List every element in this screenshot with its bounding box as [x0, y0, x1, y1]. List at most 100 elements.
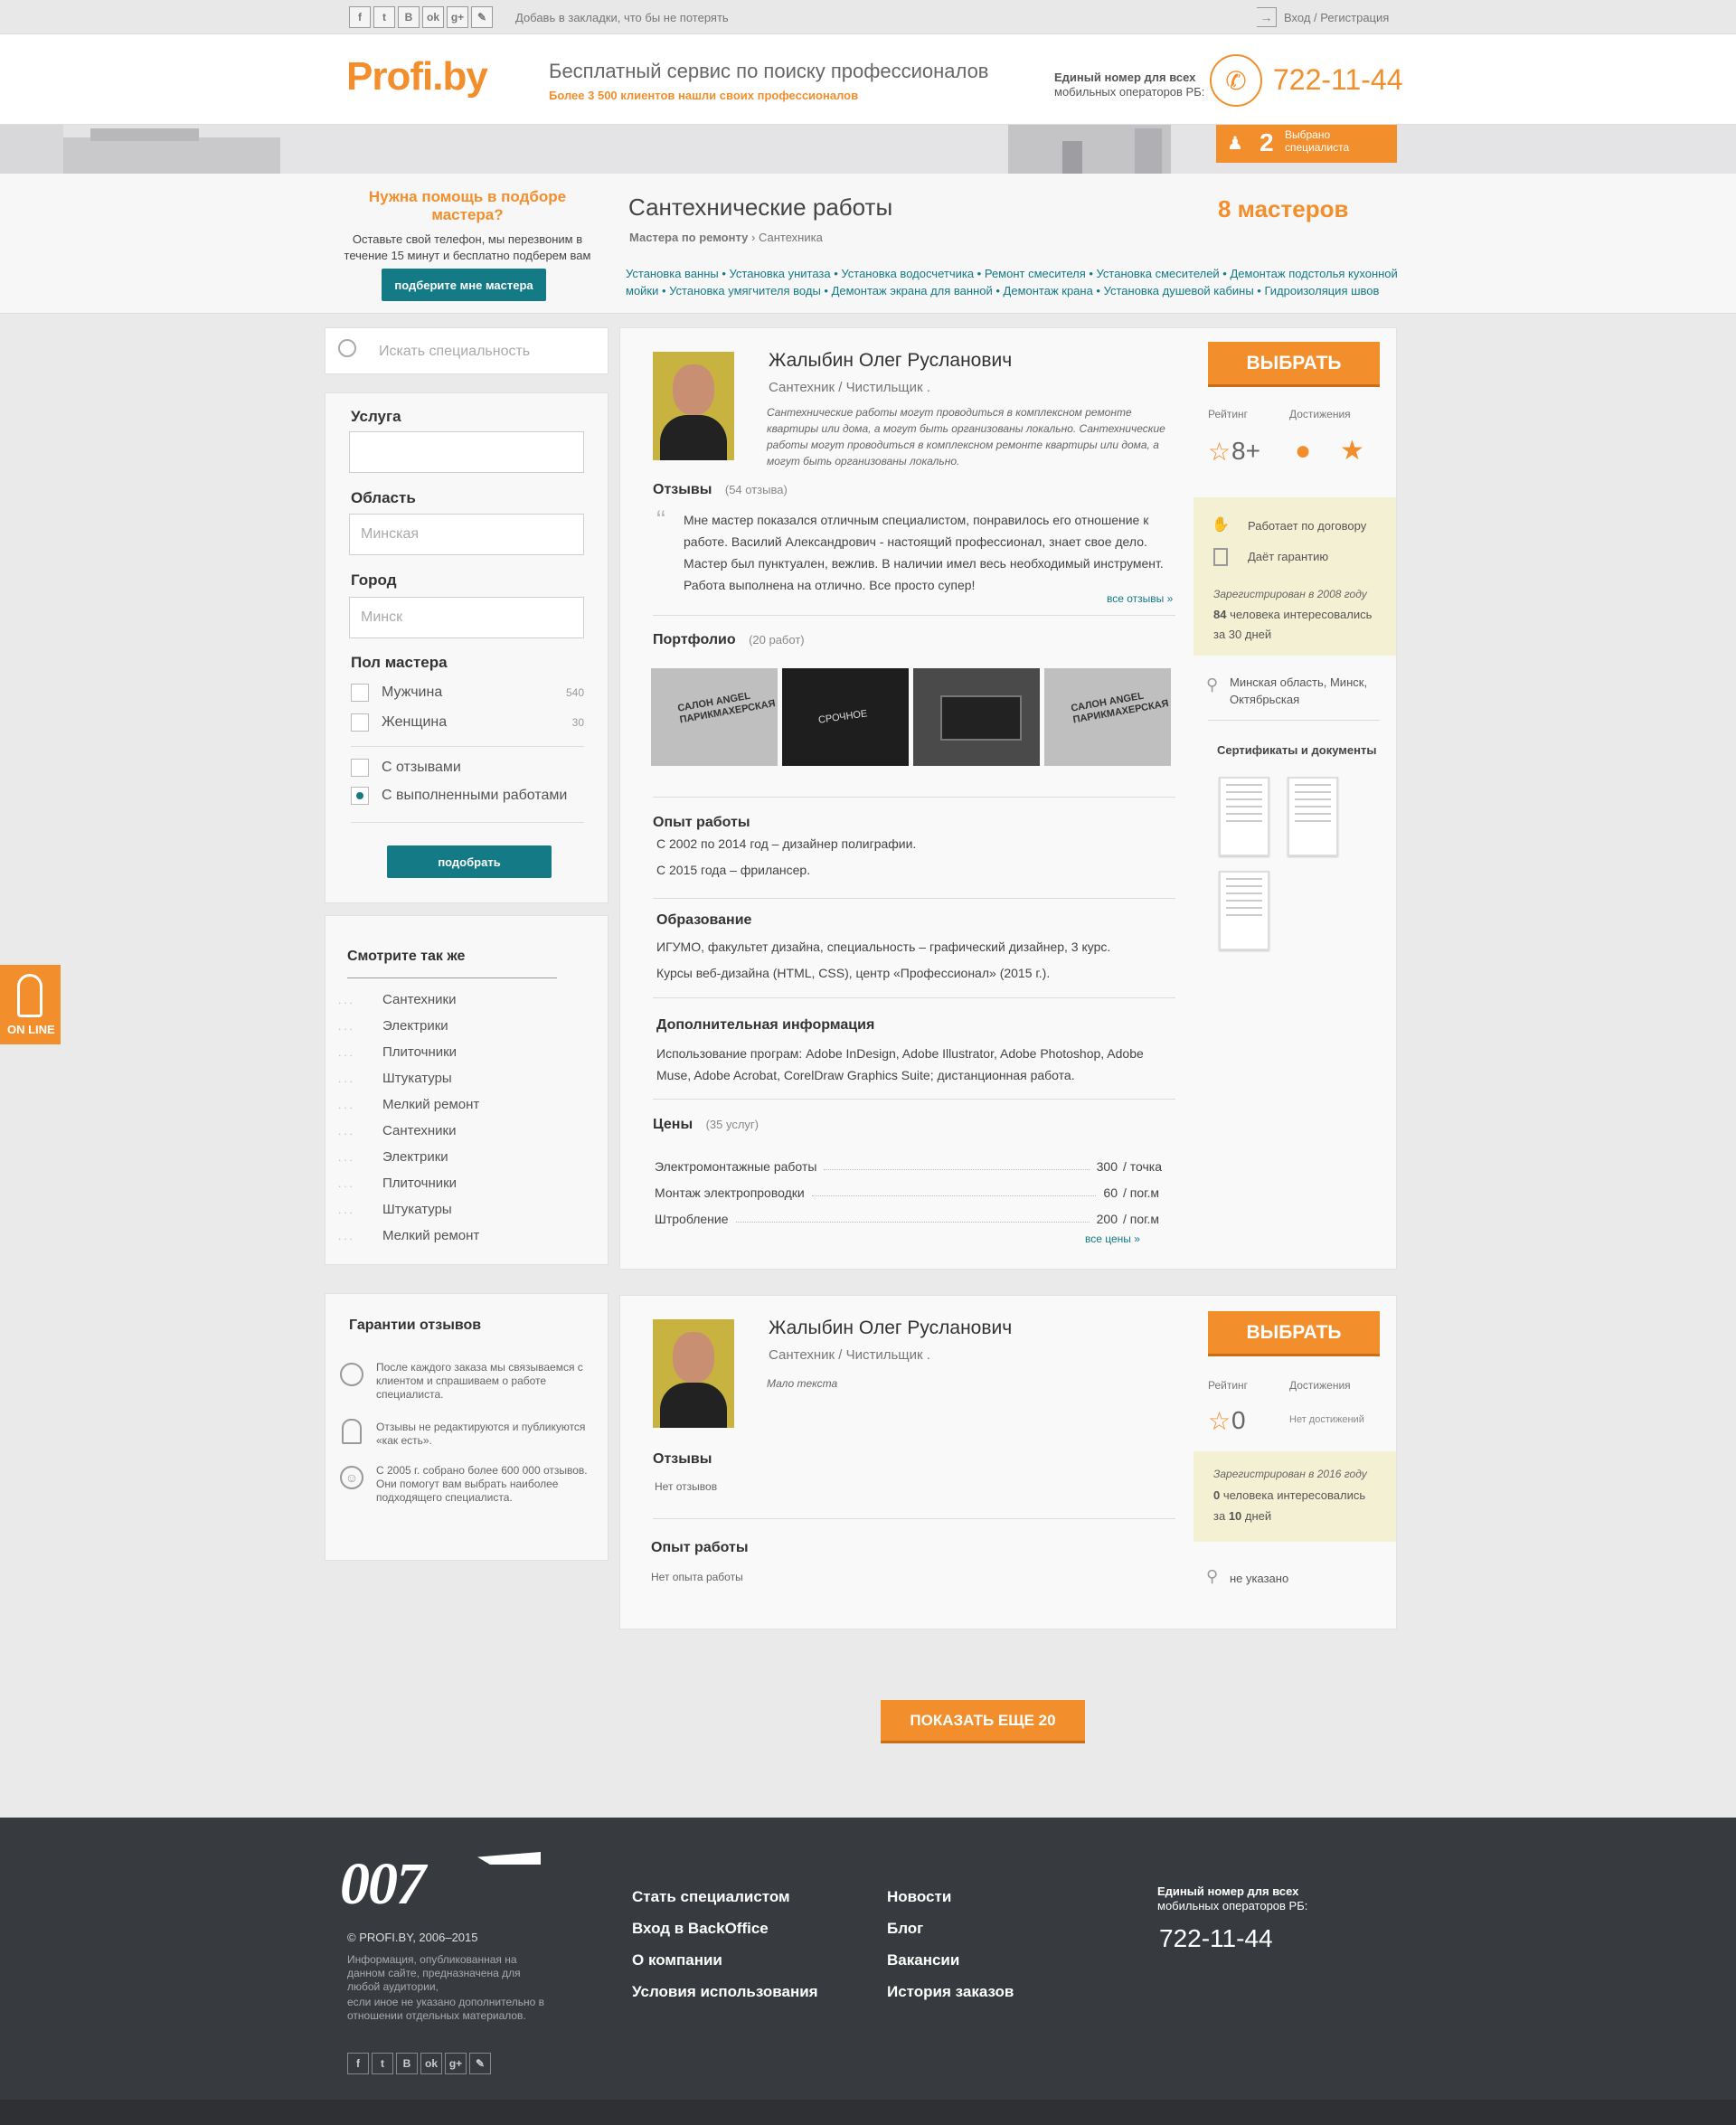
- choose-button[interactable]: ВЫБРАТЬ: [1208, 1311, 1380, 1356]
- city-field[interactable]: Минск: [349, 597, 584, 638]
- category-title: Сантехнические работы: [628, 194, 893, 221]
- list-item[interactable]: ... Штукатуры: [338, 1196, 479, 1223]
- footer-logo[interactable]: 007: [340, 1850, 426, 1919]
- list-item-label[interactable]: Плиточники: [382, 1044, 457, 1060]
- list-item-label[interactable]: Сантехники: [382, 1123, 456, 1138]
- footer-link[interactable]: История заказов: [887, 1976, 1014, 2007]
- selected-counter[interactable]: ♟ 2 Выбрано специалиста: [1216, 125, 1397, 163]
- phone-caption-line2: мобильных операторов РБ:: [1054, 85, 1205, 99]
- master-name[interactable]: Жалыбин Олег Русланович: [769, 350, 1012, 372]
- divider: [653, 997, 1175, 998]
- twitter-icon[interactable]: t: [372, 2053, 393, 2074]
- login-link[interactable]: Вход: [1284, 11, 1310, 24]
- livejournal-icon[interactable]: ✎: [469, 2053, 491, 2074]
- portfolio-thumb[interactable]: СРОЧНОЕ: [782, 668, 909, 766]
- odnoklassniki-icon[interactable]: ok: [420, 2053, 442, 2074]
- footer-link[interactable]: Вход в BackOffice: [632, 1912, 818, 1944]
- choose-button[interactable]: ВЫБРАТЬ: [1208, 342, 1380, 387]
- works-checkbox[interactable]: [351, 787, 369, 805]
- list-item-label[interactable]: Штукатуры: [382, 1071, 452, 1086]
- service-tags-line[interactable]: мойки • Установка умягчителя воды • Демо…: [626, 282, 1398, 299]
- show-more-button[interactable]: ПОКАЗАТЬ ЕЩЕ 20: [881, 1700, 1085, 1743]
- all-prices-link[interactable]: все цены »: [1085, 1232, 1140, 1245]
- list-item[interactable]: ... Штукатуры: [338, 1065, 479, 1091]
- footer-link[interactable]: Новости: [887, 1881, 1014, 1912]
- footer-link[interactable]: Блог: [887, 1912, 1014, 1944]
- list-item[interactable]: ... Мелкий ремонт: [338, 1223, 479, 1249]
- list-item[interactable]: ... Плиточники: [338, 1170, 479, 1196]
- login-icon[interactable]: →: [1257, 7, 1277, 27]
- footer-phone[interactable]: 722-11-44: [1159, 1924, 1273, 1953]
- twitter-icon[interactable]: t: [373, 6, 395, 28]
- profession: Чистильщик: [845, 1347, 923, 1363]
- female-option[interactable]: Женщина 30: [351, 713, 584, 732]
- service-field[interactable]: [349, 431, 584, 473]
- facebook-icon[interactable]: f: [349, 6, 371, 28]
- header-phone[interactable]: 722-11-44: [1273, 63, 1403, 97]
- breadcrumb-link[interactable]: Мастера по ремонту: [629, 231, 748, 244]
- list-item[interactable]: ... Мелкий ремонт: [338, 1091, 479, 1118]
- list-item-label[interactable]: Плиточники: [382, 1176, 457, 1191]
- all-reviews-link[interactable]: все отзывы »: [1107, 592, 1173, 605]
- master-name[interactable]: Жалыбин Олег Русланович: [769, 1318, 1012, 1339]
- divider: [1208, 720, 1380, 721]
- male-checkbox[interactable]: [351, 684, 369, 702]
- filter-submit-button[interactable]: подобрать: [387, 845, 552, 878]
- portfolio-thumb[interactable]: [913, 668, 1040, 766]
- vk-icon[interactable]: B: [398, 6, 420, 28]
- specialty-search[interactable]: Искать специальность: [325, 327, 609, 374]
- profession: Сантехник: [769, 1347, 835, 1363]
- reviews-option[interactable]: С отзывами: [351, 759, 461, 777]
- portfolio-thumb[interactable]: САЛОН ANGEL ПАРИКМАХЕРСКАЯ: [1044, 668, 1171, 766]
- price-list: Электромонтажные работы 300 / точка Монт…: [655, 1148, 1172, 1226]
- search-input[interactable]: Искать специальность: [379, 344, 530, 360]
- footer-bottom-bar: [0, 2100, 1736, 2125]
- master-photo[interactable]: [653, 1319, 734, 1428]
- certificate-thumb[interactable]: [1219, 871, 1269, 950]
- footer-link[interactable]: О компании: [632, 1944, 818, 1976]
- certificate-thumb[interactable]: [1288, 777, 1338, 856]
- footer-link[interactable]: Вакансии: [887, 1944, 1014, 1976]
- master-professions: Сантехник / Чистильщик .: [769, 1347, 930, 1363]
- master-professions: Сантехник / Чистильщик .: [769, 380, 930, 395]
- female-checkbox[interactable]: [351, 713, 369, 732]
- vk-icon[interactable]: B: [396, 2053, 418, 2074]
- works-option[interactable]: С выполненными работами: [351, 787, 567, 805]
- portfolio-thumb[interactable]: САЛОН ANGEL ПАРИКМАХЕРСКАЯ: [651, 668, 778, 766]
- interest-period: за 30 дней: [1213, 628, 1272, 641]
- site-logo[interactable]: Profi.by: [346, 54, 488, 99]
- handshake-icon: ✋: [1212, 517, 1230, 533]
- certificate-thumb[interactable]: [1219, 777, 1269, 856]
- footer-link[interactable]: Стать специалистом: [632, 1881, 818, 1912]
- service-tags-line[interactable]: Установка ванны • Установка унитаза • Ус…: [626, 265, 1398, 282]
- list-item[interactable]: ... Электрики: [338, 1013, 479, 1039]
- list-item[interactable]: ... Сантехники: [338, 1118, 479, 1144]
- list-item-label[interactable]: Мелкий ремонт: [382, 1097, 479, 1112]
- dots: ...: [338, 1019, 356, 1033]
- facebook-icon[interactable]: f: [347, 2053, 369, 2074]
- help-button[interactable]: подберите мне мастера: [382, 269, 546, 301]
- list-item-label[interactable]: Штукатуры: [382, 1202, 452, 1217]
- male-option[interactable]: Мужчина 540: [351, 684, 584, 702]
- google-plus-icon[interactable]: g+: [447, 6, 468, 28]
- region-field[interactable]: Минская: [349, 514, 584, 555]
- female-count: 30: [571, 716, 584, 729]
- livejournal-icon[interactable]: ✎: [471, 6, 493, 28]
- online-chat-tab[interactable]: ON LINE: [0, 965, 61, 1044]
- reviews-checkbox[interactable]: [351, 759, 369, 777]
- list-item[interactable]: ... Сантехники: [338, 987, 479, 1013]
- odnoklassniki-icon[interactable]: ok: [422, 6, 444, 28]
- list-item-label[interactable]: Сантехники: [382, 992, 456, 1007]
- list-item-label[interactable]: Электрики: [382, 1149, 448, 1165]
- disclaimer-1: Информация, опубликованная на данном сай…: [347, 1953, 521, 1993]
- master-photo[interactable]: [653, 352, 734, 460]
- register-link[interactable]: Регистрация: [1320, 11, 1389, 24]
- prices-title: Цены: [653, 1117, 693, 1132]
- list-item-label[interactable]: Мелкий ремонт: [382, 1228, 479, 1243]
- list-item-label[interactable]: Электрики: [382, 1018, 448, 1034]
- footer-link[interactable]: Условия использования: [632, 1976, 818, 2007]
- google-plus-icon[interactable]: g+: [445, 2053, 467, 2074]
- list-item[interactable]: ... Плиточники: [338, 1039, 479, 1065]
- list-item[interactable]: ... Электрики: [338, 1144, 479, 1170]
- location-pin-icon: ⚲: [1206, 675, 1219, 694]
